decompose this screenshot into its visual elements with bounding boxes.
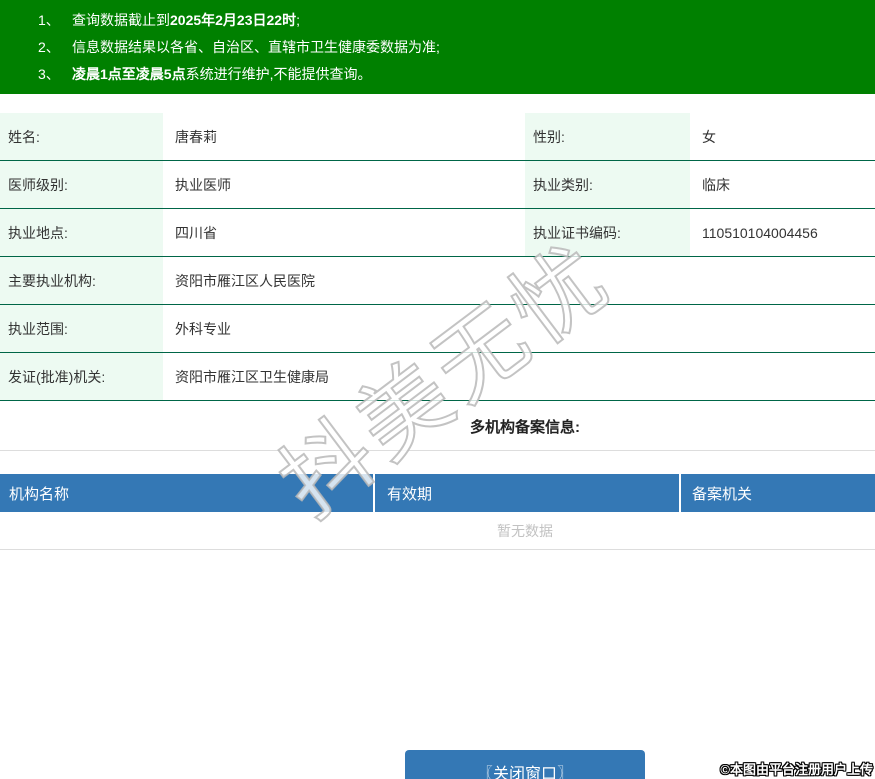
- notice-number: 1、: [38, 12, 60, 28]
- notice-text: 查询数据截止到2025年2月23日22时;: [72, 12, 300, 28]
- notice-text: 信息数据结果以各省、自治区、直辖市卫生健康委数据为准;: [72, 39, 440, 55]
- field-label-issuing-authority: 发证(批准)机关:: [0, 353, 163, 400]
- field-value-doctor-level: 执业医师: [175, 176, 231, 193]
- notice-text: 凌晨1点至凌晨5点系统进行维护,不能提供查询。: [72, 66, 372, 82]
- field-label-practice-scope: 执业范围:: [0, 305, 163, 352]
- query-result-window: 1、 查询数据截止到2025年2月23日22时; 2、 信息数据结果以各省、自治…: [0, 0, 875, 779]
- field-label-practice-location: 执业地点:: [0, 209, 163, 256]
- page-container: 1、 查询数据截止到2025年2月23日22时; 2、 信息数据结果以各省、自治…: [0, 0, 875, 779]
- records-empty-state: 暂无数据: [0, 512, 875, 550]
- notice-line-3: 3、 凌晨1点至凌晨5点系统进行维护,不能提供查询。: [0, 61, 875, 88]
- column-header-institution-name: 机构名称: [0, 474, 375, 512]
- field-label-certificate-number: 执业证书编码:: [525, 209, 690, 256]
- practitioner-info-table: 姓名: 唐春莉 性别: 女 医师级别: 执业医师 执业类别: 临床 执业地点: …: [0, 113, 875, 401]
- field-label-main-institution: 主要执业机构:: [0, 257, 163, 304]
- table-row: 主要执业机构: 资阳市雁江区人民医院: [0, 257, 875, 305]
- notice-banner: 1、 查询数据截止到2025年2月23日22时; 2、 信息数据结果以各省、自治…: [0, 0, 875, 94]
- field-label-doctor-level: 医师级别:: [0, 161, 163, 208]
- close-window-button[interactable]: 〖关闭窗口〗: [405, 750, 645, 779]
- column-header-filing-authority: 备案机关: [692, 485, 753, 503]
- records-table-header: 机构名称 有效期 备案机关: [0, 474, 875, 512]
- table-row: 执业范围: 外科专业: [0, 305, 875, 353]
- field-value-practice-category: 临床: [702, 176, 730, 193]
- upload-attribution-text: ©本图由平台注册用户上传: [720, 762, 873, 777]
- field-value-certificate-number: 110510104004456: [702, 224, 818, 241]
- notice-number: 3、: [38, 66, 60, 82]
- notice-number: 2、: [38, 39, 60, 55]
- notice-line-1: 1、 查询数据截止到2025年2月23日22时;: [0, 7, 875, 34]
- field-value-name: 唐春莉: [175, 128, 217, 145]
- field-value-practice-scope: 外科专业: [175, 320, 231, 337]
- table-row: 姓名: 唐春莉 性别: 女: [0, 113, 875, 161]
- field-value-main-institution: 资阳市雁江区人民医院: [175, 272, 315, 289]
- table-row: 执业地点: 四川省 执业证书编码: 110510104004456: [0, 209, 875, 257]
- field-value-practice-location: 四川省: [175, 224, 217, 241]
- multi-institution-section-title: 多机构备案信息:: [0, 401, 875, 451]
- field-value-gender: 女: [702, 128, 716, 145]
- field-value-issuing-authority: 资阳市雁江区卫生健康局: [175, 368, 329, 385]
- notice-line-2: 2、 信息数据结果以各省、自治区、直辖市卫生健康委数据为准;: [0, 34, 875, 61]
- table-row: 医师级别: 执业医师 执业类别: 临床: [0, 161, 875, 209]
- field-label-practice-category: 执业类别:: [525, 161, 690, 208]
- column-header-validity-period: 有效期: [375, 474, 681, 512]
- field-label-name: 姓名:: [0, 113, 163, 160]
- field-label-gender: 性别:: [525, 113, 690, 160]
- table-row: 发证(批准)机关: 资阳市雁江区卫生健康局: [0, 353, 875, 401]
